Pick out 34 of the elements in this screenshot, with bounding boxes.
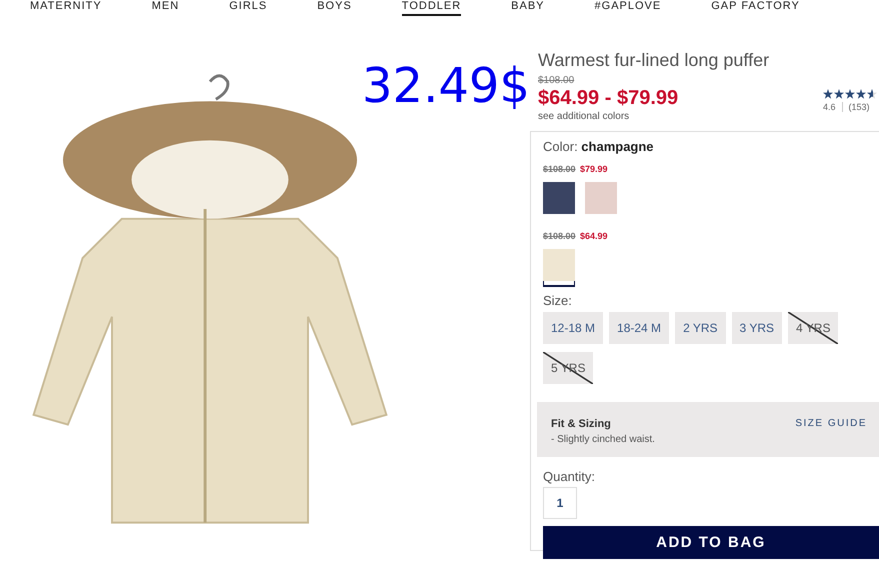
rating-score: 4.6 — [823, 102, 836, 112]
nav-link[interactable]: #GAPLOVE — [594, 0, 662, 14]
fit-title: Fit & Sizing — [551, 418, 611, 430]
quantity-field[interactable]: 1 — [543, 487, 577, 519]
nav-link[interactable]: TODDLER — [402, 0, 462, 16]
quantity-label: Quantity: — [543, 469, 596, 484]
color-swatch[interactable] — [543, 182, 575, 214]
nav-link[interactable]: GIRLS — [229, 0, 268, 14]
size-guide-link[interactable]: SIZE GUIDE — [795, 418, 867, 430]
nav-link[interactable]: MATERNITY — [30, 0, 102, 14]
nav-link[interactable]: BABY — [511, 0, 545, 14]
sale-price: $79.99 — [580, 164, 608, 174]
size-option[interactable]: 12-18 M — [543, 312, 604, 344]
additional-colors-link[interactable]: see additional colors — [538, 111, 678, 122]
nav-link[interactable]: GAP FACTORY — [711, 0, 800, 14]
size-option[interactable]: 2 YRS — [675, 312, 726, 344]
size-label: Size: — [543, 293, 573, 308]
size-option[interactable]: 18-24 M — [609, 312, 670, 344]
sale-price: $64.99 — [580, 231, 608, 241]
product-title: Warmest fur-lined long puffer — [538, 50, 770, 71]
original-price: $108.00 — [543, 231, 576, 241]
add-to-bag-button[interactable]: ADD TO BAG — [543, 526, 879, 559]
sale-price: $64.99 - $79.99 — [538, 87, 678, 110]
original-price: $108.00 — [543, 164, 576, 174]
original-price: $108.00 — [538, 75, 576, 86]
price-annotation: 32.49$ — [362, 58, 530, 114]
color-label: Color: champagne — [543, 139, 655, 154]
review-count: (153) — [848, 102, 870, 112]
color-swatch[interactable] — [543, 249, 575, 281]
fit-note: - Slightly cinched waist. — [551, 434, 656, 445]
nav-link[interactable]: BOYS — [317, 0, 352, 14]
color-swatch[interactable] — [585, 182, 617, 214]
nav-link[interactable]: MEN — [152, 0, 180, 14]
size-option[interactable]: 3 YRS — [732, 312, 782, 344]
